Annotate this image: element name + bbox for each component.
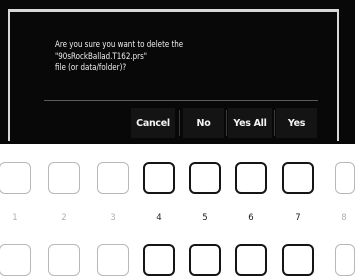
panel-button-3-upper[interactable] (97, 162, 129, 194)
panel-number-7: 7 (295, 213, 301, 223)
button-separator (226, 110, 227, 136)
panel-button-1-lower[interactable] (0, 244, 31, 276)
panel-button-7-upper[interactable] (282, 162, 314, 194)
panel-button-8-upper[interactable] (335, 162, 355, 194)
panel-number-6: 6 (248, 213, 254, 223)
dialog-divider (44, 100, 318, 101)
panel-button-5-upper[interactable] (189, 162, 221, 194)
panel-button-6-upper[interactable] (235, 162, 267, 194)
panel-number-4: 4 (156, 213, 162, 223)
yes-button[interactable]: Yes (276, 108, 317, 138)
panel-number-2: 2 (61, 213, 67, 223)
panel-button-2-upper[interactable] (48, 162, 80, 194)
panel-button-4-lower[interactable] (143, 244, 175, 276)
delete-confirm-message: Are you sure you want to delete the "90s… (55, 40, 184, 73)
button-separator (274, 110, 275, 136)
button-separator (179, 110, 180, 136)
no-button[interactable]: No (183, 108, 224, 138)
panel-button-3-lower[interactable] (97, 244, 129, 276)
lcd-screen: Are you sure you want to delete the "90s… (0, 0, 355, 144)
panel-button-6-lower[interactable] (235, 244, 267, 276)
panel-number-3: 3 (110, 213, 116, 223)
panel-number-5: 5 (202, 213, 208, 223)
panel-button-5-lower[interactable] (189, 244, 221, 276)
panel-number-8: 8 (341, 213, 347, 223)
panel-button-4-upper[interactable] (143, 162, 175, 194)
panel-button-8-lower[interactable] (335, 244, 355, 276)
panel-button-7-lower[interactable] (282, 244, 314, 276)
panel-number-1: 1 (12, 213, 18, 223)
yes-all-button[interactable]: Yes All (228, 108, 272, 138)
panel-button-1-upper[interactable] (0, 162, 31, 194)
cancel-button[interactable]: Cancel (131, 108, 175, 138)
panel-button-2-lower[interactable] (48, 244, 80, 276)
